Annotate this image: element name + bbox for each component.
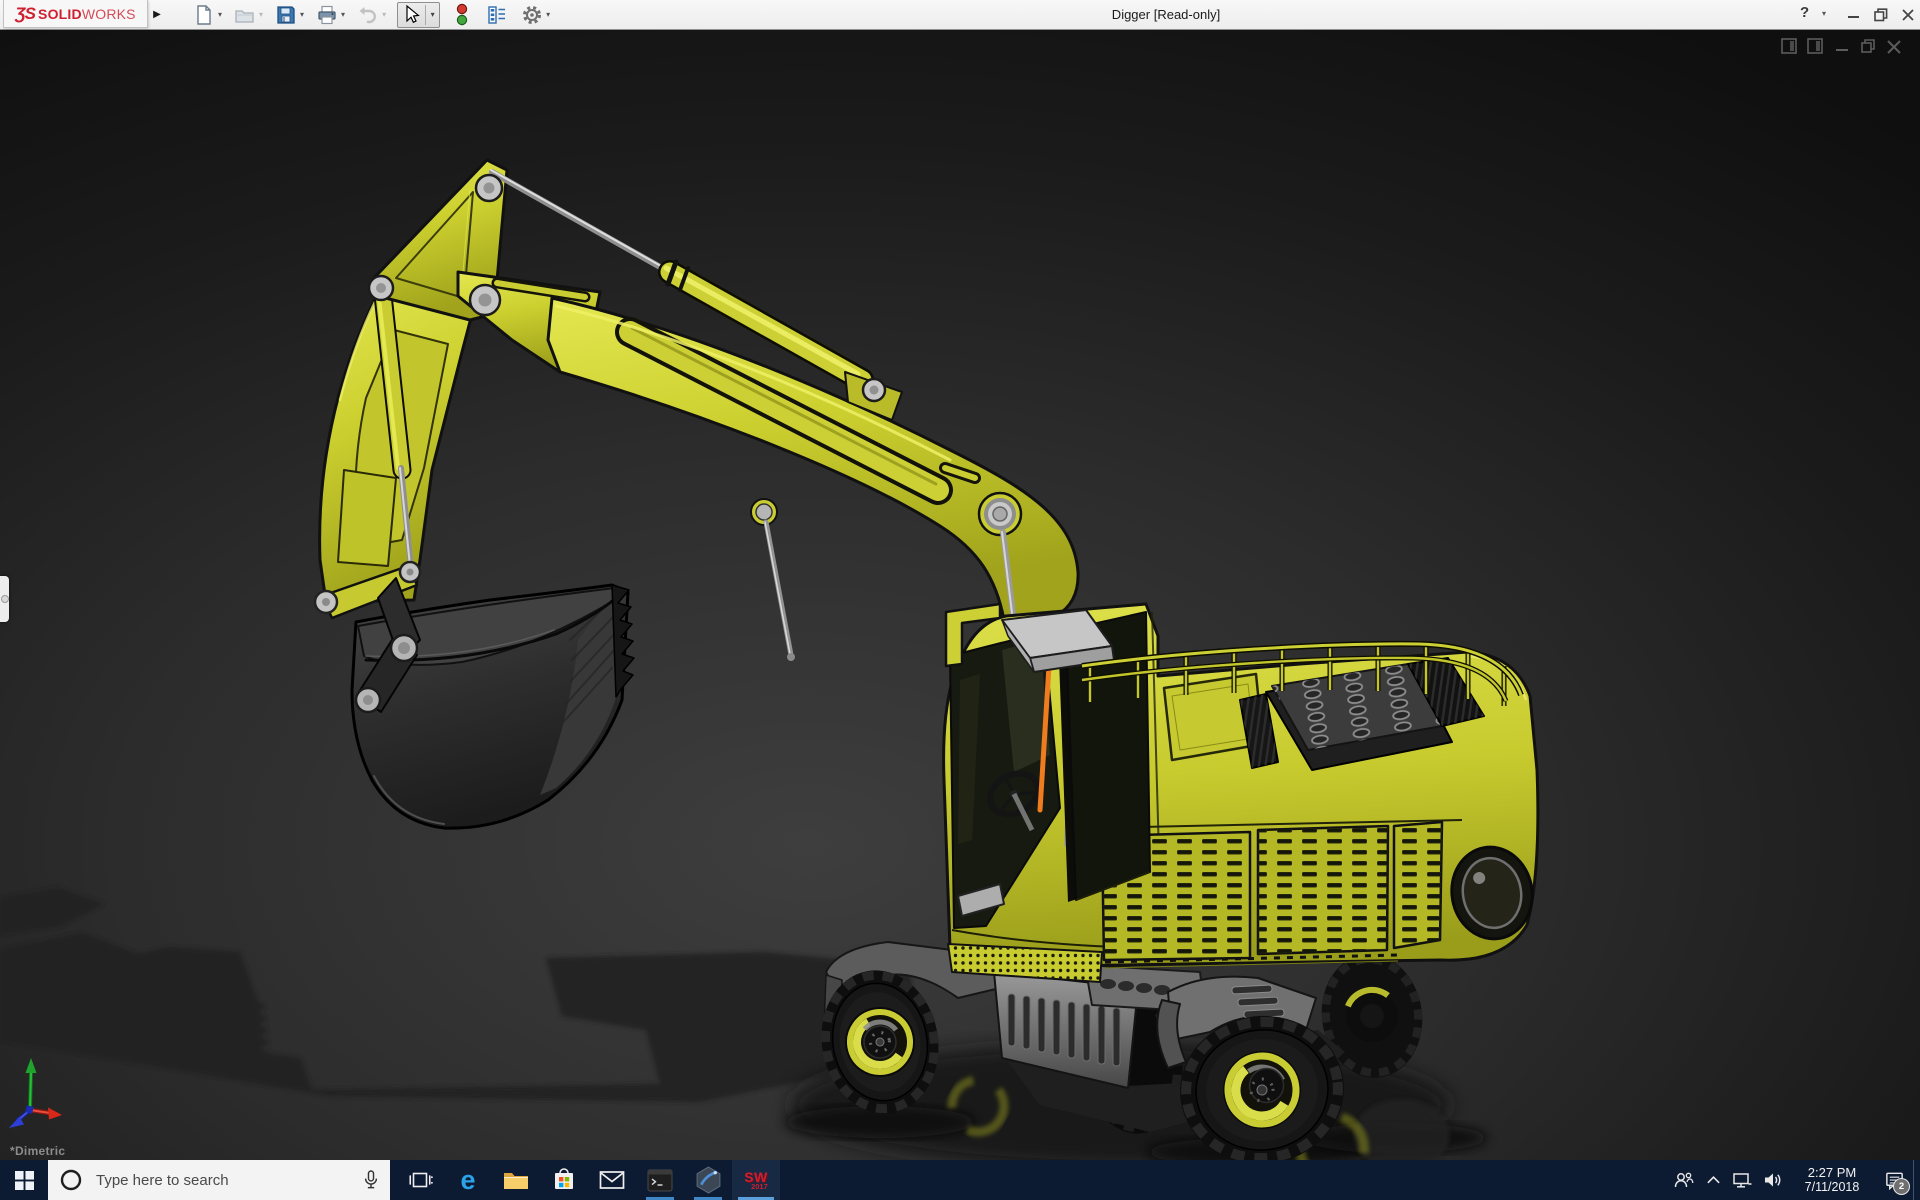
people-button[interactable] [1669, 1171, 1699, 1189]
dropdown-icon[interactable]: ▾ [546, 10, 550, 19]
volume-button[interactable] [1757, 1171, 1789, 1189]
graphics-viewport: *Dimetric [0, 30, 1920, 1160]
standard-toolbar: ▾ ▾ ▾ ▾ ▾ ▾ ▾ [192, 1, 561, 28]
folder-icon [504, 1173, 528, 1189]
pane-icon[interactable] [1781, 38, 1797, 54]
save-button[interactable]: ▾ [274, 3, 304, 27]
dropdown-icon[interactable]: ▾ [341, 10, 345, 19]
store-icon [555, 1168, 573, 1189]
command-prompt-button[interactable] [636, 1160, 684, 1200]
titlebar: ƷS SOLID WORKS ▶ ▾ ▾ ▾ ▾ ▾ ▾ ▾ Digger [R… [0, 0, 1920, 30]
chevron-up-icon [1706, 1176, 1720, 1184]
file-explorer-button[interactable] [492, 1160, 540, 1200]
select-cursor-icon [398, 3, 425, 27]
edge-button[interactable]: e [444, 1160, 492, 1200]
checklist-icon [485, 3, 509, 27]
solidworks-2017-icon: SW 2017 [744, 1168, 768, 1191]
cortana-icon [60, 1169, 82, 1191]
x-axis [29, 1107, 62, 1120]
notification-badge: 2 [1893, 1178, 1910, 1195]
show-desktop-button[interactable] [1913, 1160, 1920, 1200]
action-center-button[interactable]: 2 [1875, 1160, 1913, 1200]
screen: { "titlebar": { "brand": {"glyph": "ƷS",… [0, 0, 1920, 1200]
mail-icon [599, 1171, 625, 1189]
menu-flyout-arrow-icon[interactable]: ▶ [150, 5, 164, 23]
store-button[interactable] [540, 1160, 588, 1200]
z-axis [9, 1108, 32, 1128]
gear-icon [520, 3, 544, 27]
open-icon [233, 3, 257, 27]
print-button[interactable]: ▾ [315, 3, 345, 27]
pane-icon[interactable] [1807, 38, 1823, 54]
save-icon [274, 3, 298, 27]
mail-button[interactable] [588, 1160, 636, 1200]
orientation-label: *Dimetric [10, 1144, 66, 1158]
console-icon [647, 1169, 673, 1191]
dropdown-icon[interactable]: ▾ [300, 10, 304, 19]
design-checker-button[interactable] [485, 3, 509, 27]
search-input[interactable]: Type here to search [48, 1160, 390, 1200]
window-title: Digger [Read-only] [1111, 7, 1221, 22]
dropdown-icon: ▾ [382, 10, 387, 19]
options-button[interactable]: ▾ [520, 3, 550, 27]
hexagon-app-button[interactable] [684, 1160, 732, 1200]
interference-button[interactable] [450, 3, 474, 27]
solidworks-taskbar-button[interactable]: SW 2017 [732, 1160, 780, 1200]
clock[interactable]: 2:27 PM 7/11/2018 [1789, 1165, 1875, 1195]
stoplight-icon [450, 3, 474, 27]
model-canvas[interactable] [0, 30, 1920, 1160]
network-icon [1733, 1173, 1752, 1188]
windows-logo-icon [14, 1170, 34, 1190]
featuremanager-flyout-tab[interactable] [0, 576, 9, 622]
task-view-button[interactable] [396, 1160, 444, 1200]
clock-time: 2:27 PM [1807, 1165, 1857, 1180]
undo-icon [356, 3, 380, 27]
search-placeholder: Type here to search [96, 1171, 229, 1189]
y-axis [25, 1058, 37, 1111]
orientation-triad [9, 1058, 62, 1128]
windows-taskbar: Type here to search e SW 2017 2:27 PM 7/… [0, 1160, 1920, 1200]
print-icon [315, 3, 339, 27]
brand-works: WORKS [81, 5, 136, 22]
solidworks-logo[interactable]: ƷS SOLID WORKS [3, 0, 148, 28]
dropdown-icon[interactable]: ▾ [218, 10, 222, 19]
document-window-controls [1780, 36, 1912, 63]
dropdown-icon[interactable]: ▾ [426, 10, 439, 19]
close-button[interactable] [1897, 5, 1919, 25]
help-button[interactable]: ? [1800, 4, 1809, 21]
close-doc-icon[interactable] [1887, 40, 1901, 54]
new-document-button[interactable]: ▾ [192, 3, 222, 27]
brand-solid: SOLID [38, 5, 82, 22]
clock-date: 7/11/2018 [1804, 1180, 1860, 1194]
system-tray: 2:27 PM 7/11/2018 2 [1669, 1160, 1920, 1200]
select-tool-button[interactable]: ▾ [397, 1, 441, 28]
dropdown-icon[interactable]: ▾ [1822, 9, 1826, 18]
restore-button[interactable] [1870, 5, 1892, 25]
people-icon [1674, 1172, 1694, 1188]
start-button[interactable] [0, 1160, 48, 1200]
open-button[interactable]: ▾ [233, 3, 263, 27]
solidworks-glyph-icon: ƷS [15, 3, 36, 23]
task-view-icon [409, 1172, 433, 1188]
network-button[interactable] [1727, 1171, 1757, 1189]
edge-icon: e [460, 1164, 476, 1195]
microphone-icon[interactable] [362, 1168, 380, 1192]
hidden-icons-button[interactable] [1699, 1174, 1727, 1186]
new-document-icon [192, 3, 216, 27]
speaker-icon [1765, 1173, 1781, 1187]
hexagon-badge-icon [696, 1166, 720, 1194]
minimize-button[interactable] [1843, 5, 1865, 25]
undo-button: ▾ [356, 3, 386, 27]
dropdown-icon: ▾ [259, 10, 264, 19]
restore-doc-icon[interactable] [1861, 39, 1875, 53]
